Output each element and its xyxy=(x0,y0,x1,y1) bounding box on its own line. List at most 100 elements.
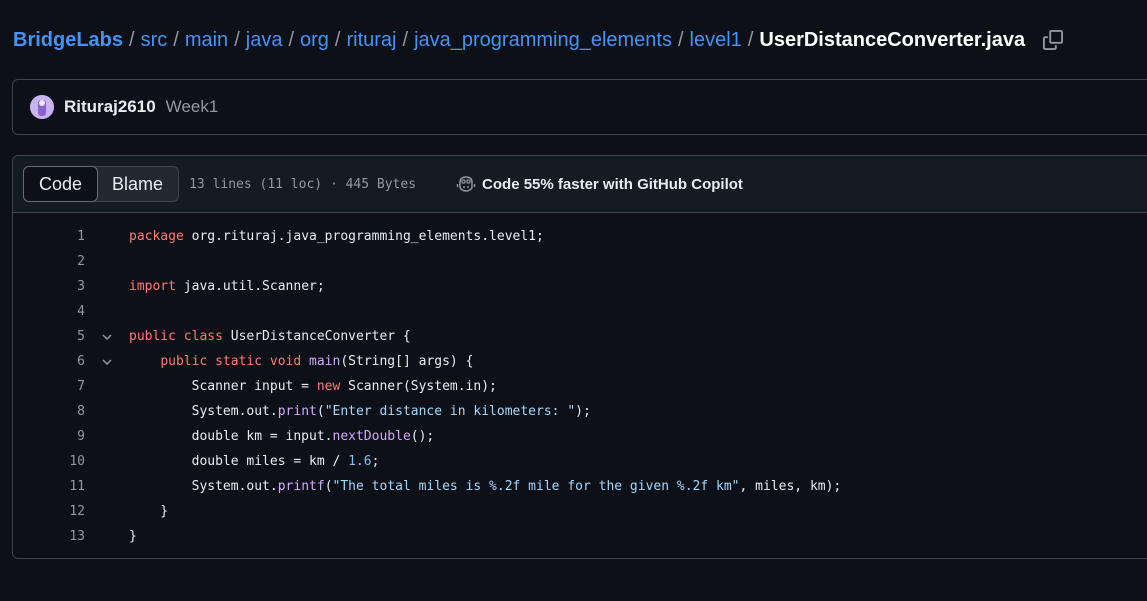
code-line: 3 import java.util.Scanner; xyxy=(13,274,1147,299)
breadcrumb: BridgeLabs / src / main / java / org / r… xyxy=(13,27,1067,53)
code-token: UserDistanceConverter { xyxy=(222,329,411,344)
commit-message-link[interactable]: Week1 xyxy=(166,97,219,117)
line-number[interactable]: 10 xyxy=(13,454,85,469)
code-token: ; xyxy=(371,454,380,469)
code-line: 6 public static void main(String[] args)… xyxy=(13,349,1147,374)
code-text: public static void main(String[] args) { xyxy=(129,354,473,369)
copilot-promo-link[interactable]: Code 55% faster with GitHub Copilot xyxy=(456,175,743,193)
code-token: import xyxy=(129,279,176,294)
breadcrumb-link-level1[interactable]: level1 xyxy=(690,29,742,52)
avatar[interactable] xyxy=(30,95,54,119)
code-line: 2 xyxy=(13,249,1147,274)
breadcrumb-separator: / xyxy=(173,28,179,51)
code-token: double miles = km / xyxy=(129,454,349,469)
code-token: (String[] args) { xyxy=(340,354,474,369)
breadcrumb-link-java[interactable]: java xyxy=(246,29,283,52)
code-token: (); xyxy=(410,429,435,444)
breadcrumb-separator: / xyxy=(129,28,135,51)
avatar-figure-icon xyxy=(30,95,54,119)
code-token: print xyxy=(277,404,317,419)
breadcrumb-link-rituraj[interactable]: rituraj xyxy=(346,29,396,52)
breadcrumb-repo-link[interactable]: BridgeLabs xyxy=(13,29,123,52)
code-token: main xyxy=(309,354,341,369)
code-token: double km = input. xyxy=(129,429,333,444)
code-token: System.out. xyxy=(129,479,278,494)
line-number[interactable]: 9 xyxy=(13,429,85,444)
line-number[interactable]: 6 xyxy=(13,354,85,369)
fold-toggle-button[interactable] xyxy=(85,356,129,368)
breadcrumb-separator: / xyxy=(747,28,754,51)
line-number[interactable]: 3 xyxy=(13,279,85,294)
code-text: System.out.print("Enter distance in kilo… xyxy=(129,404,591,419)
code-token: java.util.Scanner; xyxy=(175,279,325,294)
code-token: ( xyxy=(316,404,325,419)
code-tab-button[interactable]: Code xyxy=(23,166,99,202)
copy-path-button[interactable] xyxy=(1039,26,1067,54)
code-token: System.out. xyxy=(129,404,278,419)
line-number[interactable]: 7 xyxy=(13,379,85,394)
blame-tab-button[interactable]: Blame xyxy=(97,167,178,201)
code-token: } xyxy=(129,504,169,519)
code-token: 1.6 xyxy=(348,454,372,469)
file-viewer: Code Blame 13 lines (11 loc) · 445 Bytes… xyxy=(12,155,1147,559)
line-number[interactable]: 11 xyxy=(13,479,85,494)
code-token: "Enter distance in kilometers: " xyxy=(324,404,576,419)
code-line: 9 double km = input.nextDouble(); xyxy=(13,424,1147,449)
line-number[interactable]: 5 xyxy=(13,329,85,344)
copilot-promo-label: Code 55% faster with GitHub Copilot xyxy=(482,175,743,193)
breadcrumb-link-main[interactable]: main xyxy=(185,29,228,52)
breadcrumb-separator: / xyxy=(334,28,341,51)
code-line: 11 System.out.printf("The total miles is… xyxy=(13,474,1147,499)
code-token: org.rituraj.java_programming_elements.le… xyxy=(183,229,544,244)
latest-commit-box: Rituraj2610 Week1 xyxy=(12,79,1147,135)
breadcrumb-link-org[interactable]: org xyxy=(300,29,329,52)
chevron-down-icon xyxy=(102,358,112,365)
code-line: 8 System.out.print("Enter distance in ki… xyxy=(13,399,1147,424)
code-text: } xyxy=(129,504,168,519)
code-text: import java.util.Scanner; xyxy=(129,279,325,294)
breadcrumb-link-java-programming-elements[interactable]: java_programming_elements xyxy=(414,29,672,52)
chevron-down-icon xyxy=(102,333,112,340)
code-token: , miles, km); xyxy=(739,479,842,494)
commit-author-link[interactable]: Rituraj2610 xyxy=(64,97,156,117)
code-token: Scanner(System.in); xyxy=(340,379,497,394)
line-number[interactable]: 4 xyxy=(13,304,85,319)
code-area: 1 package org.rituraj.java_programming_el… xyxy=(13,213,1147,549)
line-number[interactable]: 2 xyxy=(13,254,85,269)
code-text: } xyxy=(129,529,137,544)
code-token: public class xyxy=(129,329,223,344)
code-token: new xyxy=(316,379,341,394)
copy-icon xyxy=(1043,30,1064,50)
line-number[interactable]: 12 xyxy=(13,504,85,519)
breadcrumb-current-file: UserDistanceConverter.java xyxy=(759,28,1026,51)
code-text: public class UserDistanceConverter { xyxy=(129,329,411,344)
line-number[interactable]: 8 xyxy=(13,404,85,419)
code-token: "The total miles is %.2f mile for the gi… xyxy=(332,479,740,494)
code-line: 10 double miles = km / 1.6; xyxy=(13,449,1147,474)
code-line: 13} xyxy=(13,524,1147,549)
file-info: 13 lines (11 loc) · 445 Bytes xyxy=(189,176,417,192)
code-token: Scanner input = xyxy=(129,379,317,394)
code-token: ( xyxy=(324,479,333,494)
code-line: 1 package org.rituraj.java_programming_el… xyxy=(13,224,1147,249)
code-token: nextDouble xyxy=(332,429,411,444)
fold-toggle-button[interactable] xyxy=(85,331,129,343)
code-text: double km = input.nextDouble(); xyxy=(129,429,435,444)
code-token: ); xyxy=(575,404,591,419)
code-line: 7 Scanner input = new Scanner(System.in)… xyxy=(13,374,1147,399)
view-toggle: Code Blame xyxy=(23,166,180,202)
breadcrumb-separator: / xyxy=(402,28,409,51)
code-text: double miles = km / 1.6; xyxy=(129,454,380,469)
code-token: } xyxy=(129,529,137,544)
code-line: 12 } xyxy=(13,499,1147,524)
code-text: package org.rituraj.java_programming_ele… xyxy=(129,229,544,244)
code-text: System.out.printf("The total miles is %.… xyxy=(129,479,842,494)
line-number[interactable]: 1 xyxy=(13,229,85,244)
file-header: Code Blame 13 lines (11 loc) · 445 Bytes… xyxy=(13,156,1147,213)
line-number[interactable]: 13 xyxy=(13,529,85,544)
breadcrumb-separator: / xyxy=(288,28,295,51)
breadcrumb-link-src[interactable]: src xyxy=(141,29,168,52)
copilot-icon xyxy=(456,176,476,192)
